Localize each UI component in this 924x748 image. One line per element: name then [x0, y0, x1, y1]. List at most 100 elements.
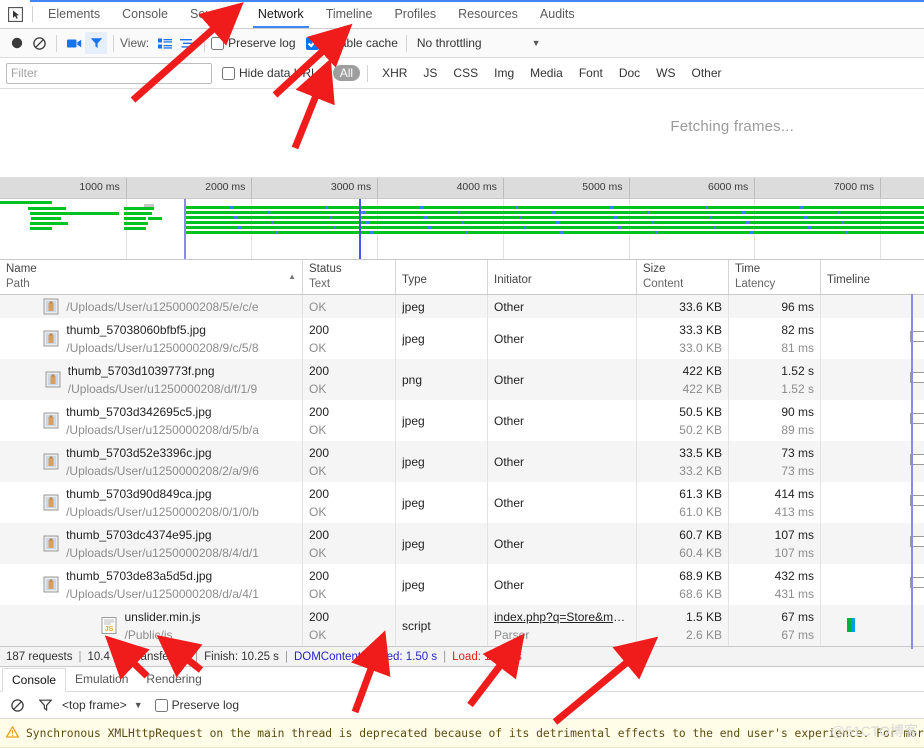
column-header-initiator[interactable]: Initiator [487, 260, 636, 294]
cell-name[interactable]: thumb_57038060bfbf5.jpg/Uploads/User/u12… [0, 318, 302, 359]
filter-type-ws[interactable]: WS [649, 65, 682, 81]
filter-type-xhr[interactable]: XHR [375, 65, 414, 81]
clear-no-entry-icon[interactable] [28, 32, 50, 54]
preserve-log-input[interactable] [211, 36, 225, 50]
execution-context-selector[interactable]: <top frame> ▼ [62, 698, 143, 712]
drawer-tab-console[interactable]: Console [2, 668, 67, 692]
inspect-element-icon[interactable] [0, 0, 30, 28]
disable-cache-input[interactable] [305, 36, 319, 50]
table-row[interactable]: thumb_5703d342695c5.jpg/Uploads/User/u12… [0, 400, 924, 441]
filter-input[interactable] [6, 62, 212, 84]
name-path-stack: thumb_5703de83a5d5d.jpg/Uploads/User/u12… [66, 567, 259, 603]
filter-type-doc[interactable]: Doc [612, 65, 647, 81]
tab-timeline[interactable]: Timeline [315, 1, 384, 28]
table-row[interactable]: thumb_5703d52e3396c.jpg/Uploads/User/u12… [0, 441, 924, 482]
tab-sources[interactable]: Sources [179, 1, 247, 28]
table-row[interactable]: /Uploads/User/u1250000208/5/e/c/e OK jpeg O… [0, 295, 924, 318]
waterfall-request-bar [124, 227, 146, 230]
drawer-tab-emulation[interactable]: Emulation [66, 668, 137, 691]
ruler-tick [251, 178, 253, 198]
table-row[interactable]: thumb_5703de83a5d5d.jpg/Uploads/User/u12… [0, 564, 924, 605]
column-header-name[interactable]: Name Path ▲ [0, 260, 302, 294]
throttling-dropdown[interactable]: No throttling ▼ [417, 36, 541, 50]
column-header-size[interactable]: Size Content [636, 260, 728, 294]
column-header-status[interactable]: Status Text [302, 260, 395, 294]
tab-console[interactable]: Console [111, 1, 179, 28]
clear-no-entry-icon[interactable] [6, 694, 28, 716]
cell-status: OK [302, 295, 395, 318]
hide-data-urls-checkbox[interactable]: Hide data URLs [222, 66, 324, 80]
tab-profiles[interactable]: Profiles [383, 1, 447, 28]
transfer-size: 422 KB [682, 363, 722, 378]
filter-type-font[interactable]: Font [572, 65, 610, 81]
table-row[interactable]: JS unslider.min.js/Public/js 200 OK script in… [0, 605, 924, 646]
timeline-view-icon[interactable] [176, 33, 198, 53]
cell-name[interactable]: /Uploads/User/u1250000208/5/e/c/e [0, 295, 302, 318]
funnel-icon[interactable] [34, 694, 56, 716]
cell-name[interactable]: thumb_5703d1039773f.png/Uploads/User/u12… [0, 359, 302, 400]
tab-resources[interactable]: Resources [447, 1, 529, 28]
column-header-type[interactable]: Type [395, 260, 487, 294]
cell-initiator: Other [487, 564, 636, 605]
request-waterfall-bar [847, 618, 855, 632]
cell-name[interactable]: thumb_5703d52e3396c.jpg/Uploads/User/u12… [0, 441, 302, 482]
drawer-tab-rendering[interactable]: Rendering [137, 668, 210, 691]
cell-status: 200 OK [302, 359, 395, 400]
resource-type: script [402, 618, 431, 633]
ruler-tick-label: 1000 ms [79, 181, 120, 193]
filter-type-other[interactable]: Other [685, 65, 729, 81]
filter-type-all[interactable]: All [332, 65, 361, 81]
table-row[interactable]: thumb_5703d1039773f.png/Uploads/User/u12… [0, 359, 924, 400]
cell-name[interactable]: thumb_5703d342695c5.jpg/Uploads/User/u12… [0, 400, 302, 441]
table-row[interactable]: thumb_57038060bfbf5.jpg/Uploads/User/u12… [0, 318, 924, 359]
waterfall-latency-dot [420, 206, 423, 209]
ruler-tick-label: 5000 ms [582, 181, 623, 193]
console-preserve-log-checkbox[interactable]: Preserve log [154, 698, 239, 712]
table-row[interactable]: thumb_5703dc4374e95.jpg/Uploads/User/u12… [0, 523, 924, 564]
column-header-time[interactable]: Time Latency [728, 260, 820, 294]
filter-type-js[interactable]: JS [416, 65, 444, 81]
cell-name[interactable]: JS unslider.min.js/Public/js [0, 605, 302, 646]
waterfall-latency-dot [705, 206, 708, 209]
tab-audits[interactable]: Audits [529, 1, 586, 28]
cell-name[interactable]: thumb_5703d90d849ca.jpg/Uploads/User/u12… [0, 482, 302, 523]
waterfall-latency-dot [808, 226, 811, 229]
record-circle-icon[interactable] [6, 32, 28, 54]
initiator: Other [494, 331, 525, 346]
hide-data-urls-input[interactable] [222, 66, 235, 80]
funnel-icon[interactable] [85, 32, 107, 54]
tab-elements[interactable]: Elements [37, 1, 111, 28]
table-header-row: Name Path ▲ Status Text Type Initiator S… [0, 260, 924, 295]
cell-size: 1.5 KB 2.6 KB [636, 605, 728, 646]
filter-type-media[interactable]: Media [523, 65, 570, 81]
console-warning-message[interactable]: Synchronous XMLHttpRequest on the main t… [0, 719, 924, 748]
disable-cache-checkbox[interactable]: Disable cache [305, 36, 398, 50]
cell-type: jpeg [395, 400, 487, 441]
console-toolbar: <top frame> ▼ Preserve log [0, 692, 924, 719]
name-path-stack: thumb_5703dc4374e95.jpg/Uploads/User/u12… [66, 526, 259, 562]
camera-icon[interactable] [63, 32, 85, 54]
filter-type-img[interactable]: Img [487, 65, 521, 81]
waterfall-latency-dot [841, 221, 844, 224]
table-row[interactable]: thumb_5703d90d849ca.jpg/Uploads/User/u12… [0, 482, 924, 523]
initiator-link[interactable]: index.php?q=Store&m=Ma... [494, 608, 630, 626]
transfer-size: 68.9 KB [679, 568, 722, 583]
cell-name[interactable]: thumb_5703dc4374e95.jpg/Uploads/User/u12… [0, 523, 302, 564]
tab-network[interactable]: Network [247, 1, 315, 28]
overview-waterfall[interactable] [0, 199, 924, 260]
status-code: 200 [309, 527, 330, 542]
list-view-icon[interactable] [154, 33, 176, 53]
column-header-timeline[interactable]: Timeline [820, 260, 924, 294]
latency-time: 73 ms [781, 463, 814, 478]
cell-initiator: Other [487, 359, 636, 400]
content-size: 68.6 KB [679, 586, 722, 601]
console-preserve-log-input[interactable] [154, 698, 168, 712]
cell-size: 33.6 KB [636, 295, 728, 318]
cell-initiator: index.php?q=Store&m=Ma...Parser [487, 605, 636, 646]
preserve-log-checkbox[interactable]: Preserve log [211, 36, 296, 50]
request-path: /Public/js [124, 627, 173, 642]
cell-name[interactable]: thumb_5703de83a5d5d.jpg/Uploads/User/u12… [0, 564, 302, 605]
filter-type-css[interactable]: CSS [446, 65, 485, 81]
fetching-frames-label: Fetching frames... [670, 118, 794, 135]
initiator: Other [494, 495, 525, 510]
